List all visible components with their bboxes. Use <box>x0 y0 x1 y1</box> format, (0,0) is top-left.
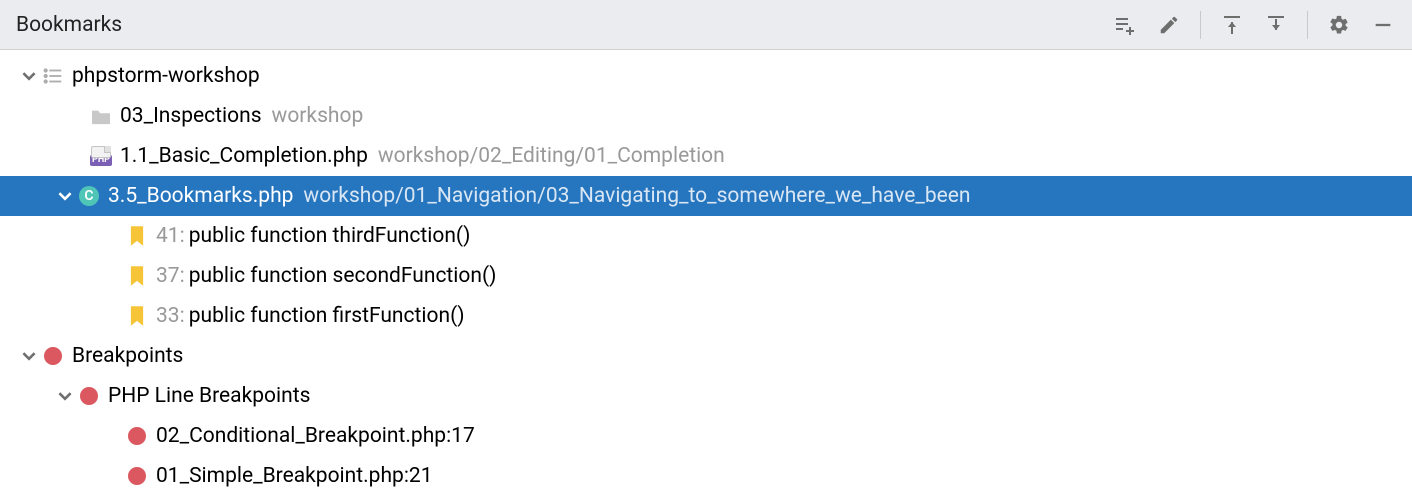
breakpoint-text: 01_Simple_Breakpoint.php:21 <box>156 464 433 488</box>
bookmark-line-37[interactable]: 37: public function secondFunction() <box>0 256 1412 296</box>
group-php-line-breakpoints[interactable]: PHP Line Breakpoints <box>0 376 1412 416</box>
bookmark-icon <box>124 305 150 327</box>
bookmark-text: public function firstFunction() <box>189 304 465 328</box>
item-inspections[interactable]: 03_Inspections workshop <box>0 96 1412 136</box>
expand-all-icon[interactable] <box>1215 8 1249 42</box>
class-icon: C <box>76 186 102 206</box>
bookmark-line-33[interactable]: 33: public function firstFunction() <box>0 296 1412 336</box>
group-phpstorm-workshop[interactable]: phpstorm-workshop <box>0 56 1412 96</box>
breakpoint-icon <box>124 427 150 445</box>
line-number: 33: <box>156 304 185 328</box>
breakpoint-simple[interactable]: 01_Simple_Breakpoint.php:21 <box>0 456 1412 496</box>
bookmark-text: public function thirdFunction() <box>189 224 471 248</box>
edit-icon[interactable] <box>1152 8 1186 42</box>
gear-icon[interactable] <box>1322 8 1356 42</box>
toolbar <box>1108 8 1400 42</box>
item-path: workshop <box>272 104 364 128</box>
toolbar-separator <box>1200 11 1201 39</box>
folder-icon <box>88 107 114 125</box>
item-name: 1.1_Basic_Completion.php <box>120 144 368 168</box>
bookmark-line-41[interactable]: 41: public function thirdFunction() <box>0 216 1412 256</box>
bookmark-icon <box>124 265 150 287</box>
group-label: Breakpoints <box>72 344 183 368</box>
panel-header: Bookmarks <box>0 0 1412 50</box>
group-breakpoints[interactable]: Breakpoints <box>0 336 1412 376</box>
breakpoint-icon <box>40 347 66 365</box>
breakpoint-icon <box>76 387 102 405</box>
chevron-down-icon[interactable] <box>18 349 40 363</box>
add-list-icon[interactable] <box>1108 8 1142 42</box>
item-basic-completion[interactable]: PHP 1.1_Basic_Completion.php workshop/02… <box>0 136 1412 176</box>
line-number: 41: <box>156 224 185 248</box>
chevron-down-icon[interactable] <box>54 389 76 403</box>
php-file-icon: PHP <box>88 146 114 166</box>
item-path: workshop/02_Editing/01_Completion <box>378 144 725 168</box>
line-number: 37: <box>156 264 185 288</box>
item-bookmarks-file[interactable]: C 3.5_Bookmarks.php workshop/01_Navigati… <box>0 176 1412 216</box>
bookmarks-tree: phpstorm-workshop 03_Inspections worksho… <box>0 50 1412 502</box>
panel-title: Bookmarks <box>16 13 122 37</box>
chevron-down-icon[interactable] <box>54 189 76 203</box>
item-name: 3.5_Bookmarks.php <box>108 184 293 208</box>
bookmark-icon <box>124 225 150 247</box>
breakpoint-text: 02_Conditional_Breakpoint.php:17 <box>156 424 475 448</box>
item-path: workshop/01_Navigation/03_Navigating_to_… <box>303 184 970 208</box>
chevron-down-icon[interactable] <box>18 69 40 83</box>
group-label: phpstorm-workshop <box>72 64 260 88</box>
bookmark-text: public function secondFunction() <box>189 264 497 288</box>
collapse-all-icon[interactable] <box>1259 8 1293 42</box>
breakpoint-icon <box>124 467 150 485</box>
breakpoint-conditional[interactable]: 02_Conditional_Breakpoint.php:17 <box>0 416 1412 456</box>
list-icon <box>40 65 66 87</box>
item-name: 03_Inspections <box>120 104 262 128</box>
hide-icon[interactable] <box>1366 8 1400 42</box>
toolbar-separator <box>1307 11 1308 39</box>
group-label: PHP Line Breakpoints <box>108 384 310 408</box>
